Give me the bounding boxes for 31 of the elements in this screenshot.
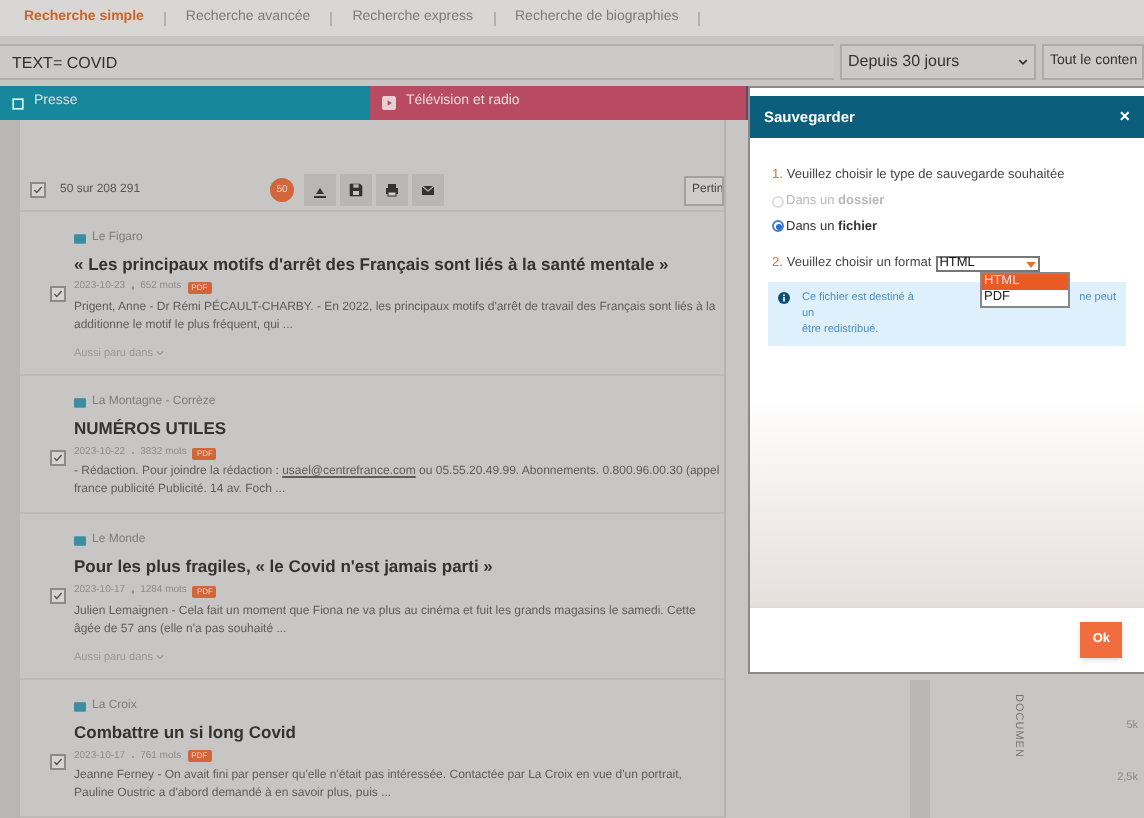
toolbar-button[interactable] (340, 174, 372, 207)
info-icon (778, 292, 790, 304)
chevron-icon (156, 654, 165, 661)
checkbox[interactable] (30, 182, 46, 199)
print-icon (382, 180, 402, 201)
toolbar-button[interactable] (304, 174, 336, 207)
newspaper-icon (74, 701, 86, 712)
chevron-icon (156, 350, 165, 357)
chevron-icon (1018, 58, 1028, 66)
article-title[interactable]: NUMÉROS UTILES (74, 416, 720, 442)
close-button[interactable]: × (1119, 108, 1130, 126)
newspaper-icon (74, 398, 86, 408)
mail-icon (418, 180, 438, 201)
radio-button[interactable] (772, 220, 784, 233)
save-icon (346, 180, 366, 201)
checkbox[interactable] (50, 285, 66, 301)
play-icon (382, 96, 396, 110)
checkbox[interactable] (50, 588, 66, 605)
search-field[interactable]: TEXT= COVID (0, 44, 834, 80)
filter-dropdown[interactable]: Depuis 30 jours (840, 44, 1036, 80)
checkbox[interactable] (50, 753, 66, 770)
article-title[interactable]: Combattre un si long Covid (74, 719, 720, 745)
toolbar-button[interactable] (376, 174, 408, 207)
article-title[interactable]: Pour les plus fragiles, « le Covid n'est jamais parti » (74, 554, 720, 580)
newspaper-icon (12, 97, 24, 109)
caret-icon (1025, 261, 1036, 268)
newspaper-icon (74, 536, 86, 547)
newspaper-icon (74, 233, 86, 243)
toolbar-button[interactable] (412, 174, 444, 207)
checkbox[interactable] (50, 450, 66, 466)
article-title[interactable]: « Les principaux motifs d'arrêt des Français sont liés à la santé mentale » (74, 251, 720, 277)
